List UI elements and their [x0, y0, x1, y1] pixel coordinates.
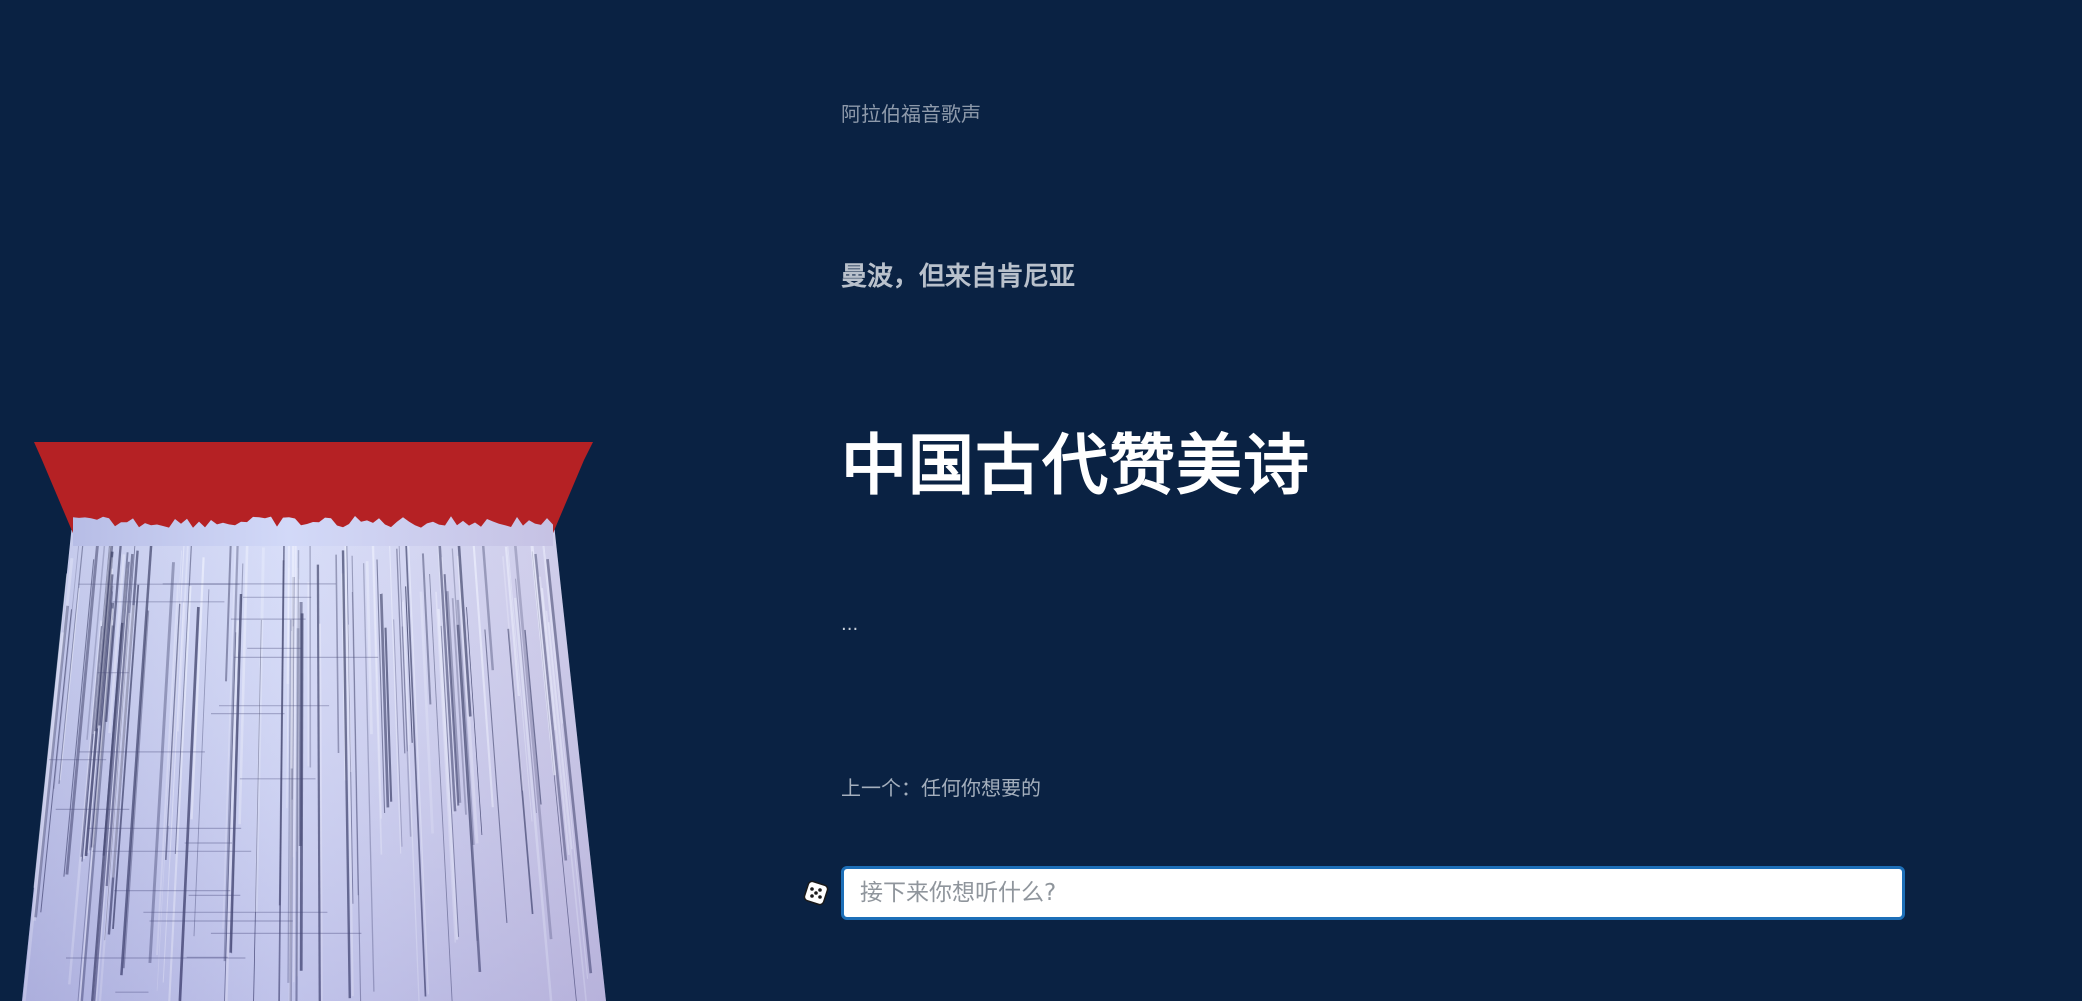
- next-track-input[interactable]: [841, 866, 1905, 920]
- track-title: 中国古代赞美诗: [841, 427, 1310, 504]
- dice-icon[interactable]: [803, 880, 829, 906]
- player-page: 阿拉伯福音歌声 曼波，但来自肯尼亚 中国古代赞美诗 ... 上一个：任何你想要的: [0, 0, 2082, 1001]
- previous-track: 上一个：任何你想要的: [841, 776, 1041, 800]
- audio-visualizer: [22, 442, 606, 1001]
- station-name: 曼波，但来自肯尼亚: [841, 262, 1076, 292]
- visualizer-shade: [22, 515, 606, 1001]
- loading-status: ...: [841, 614, 859, 635]
- genre-subtitle: 阿拉伯福音歌声: [841, 102, 981, 126]
